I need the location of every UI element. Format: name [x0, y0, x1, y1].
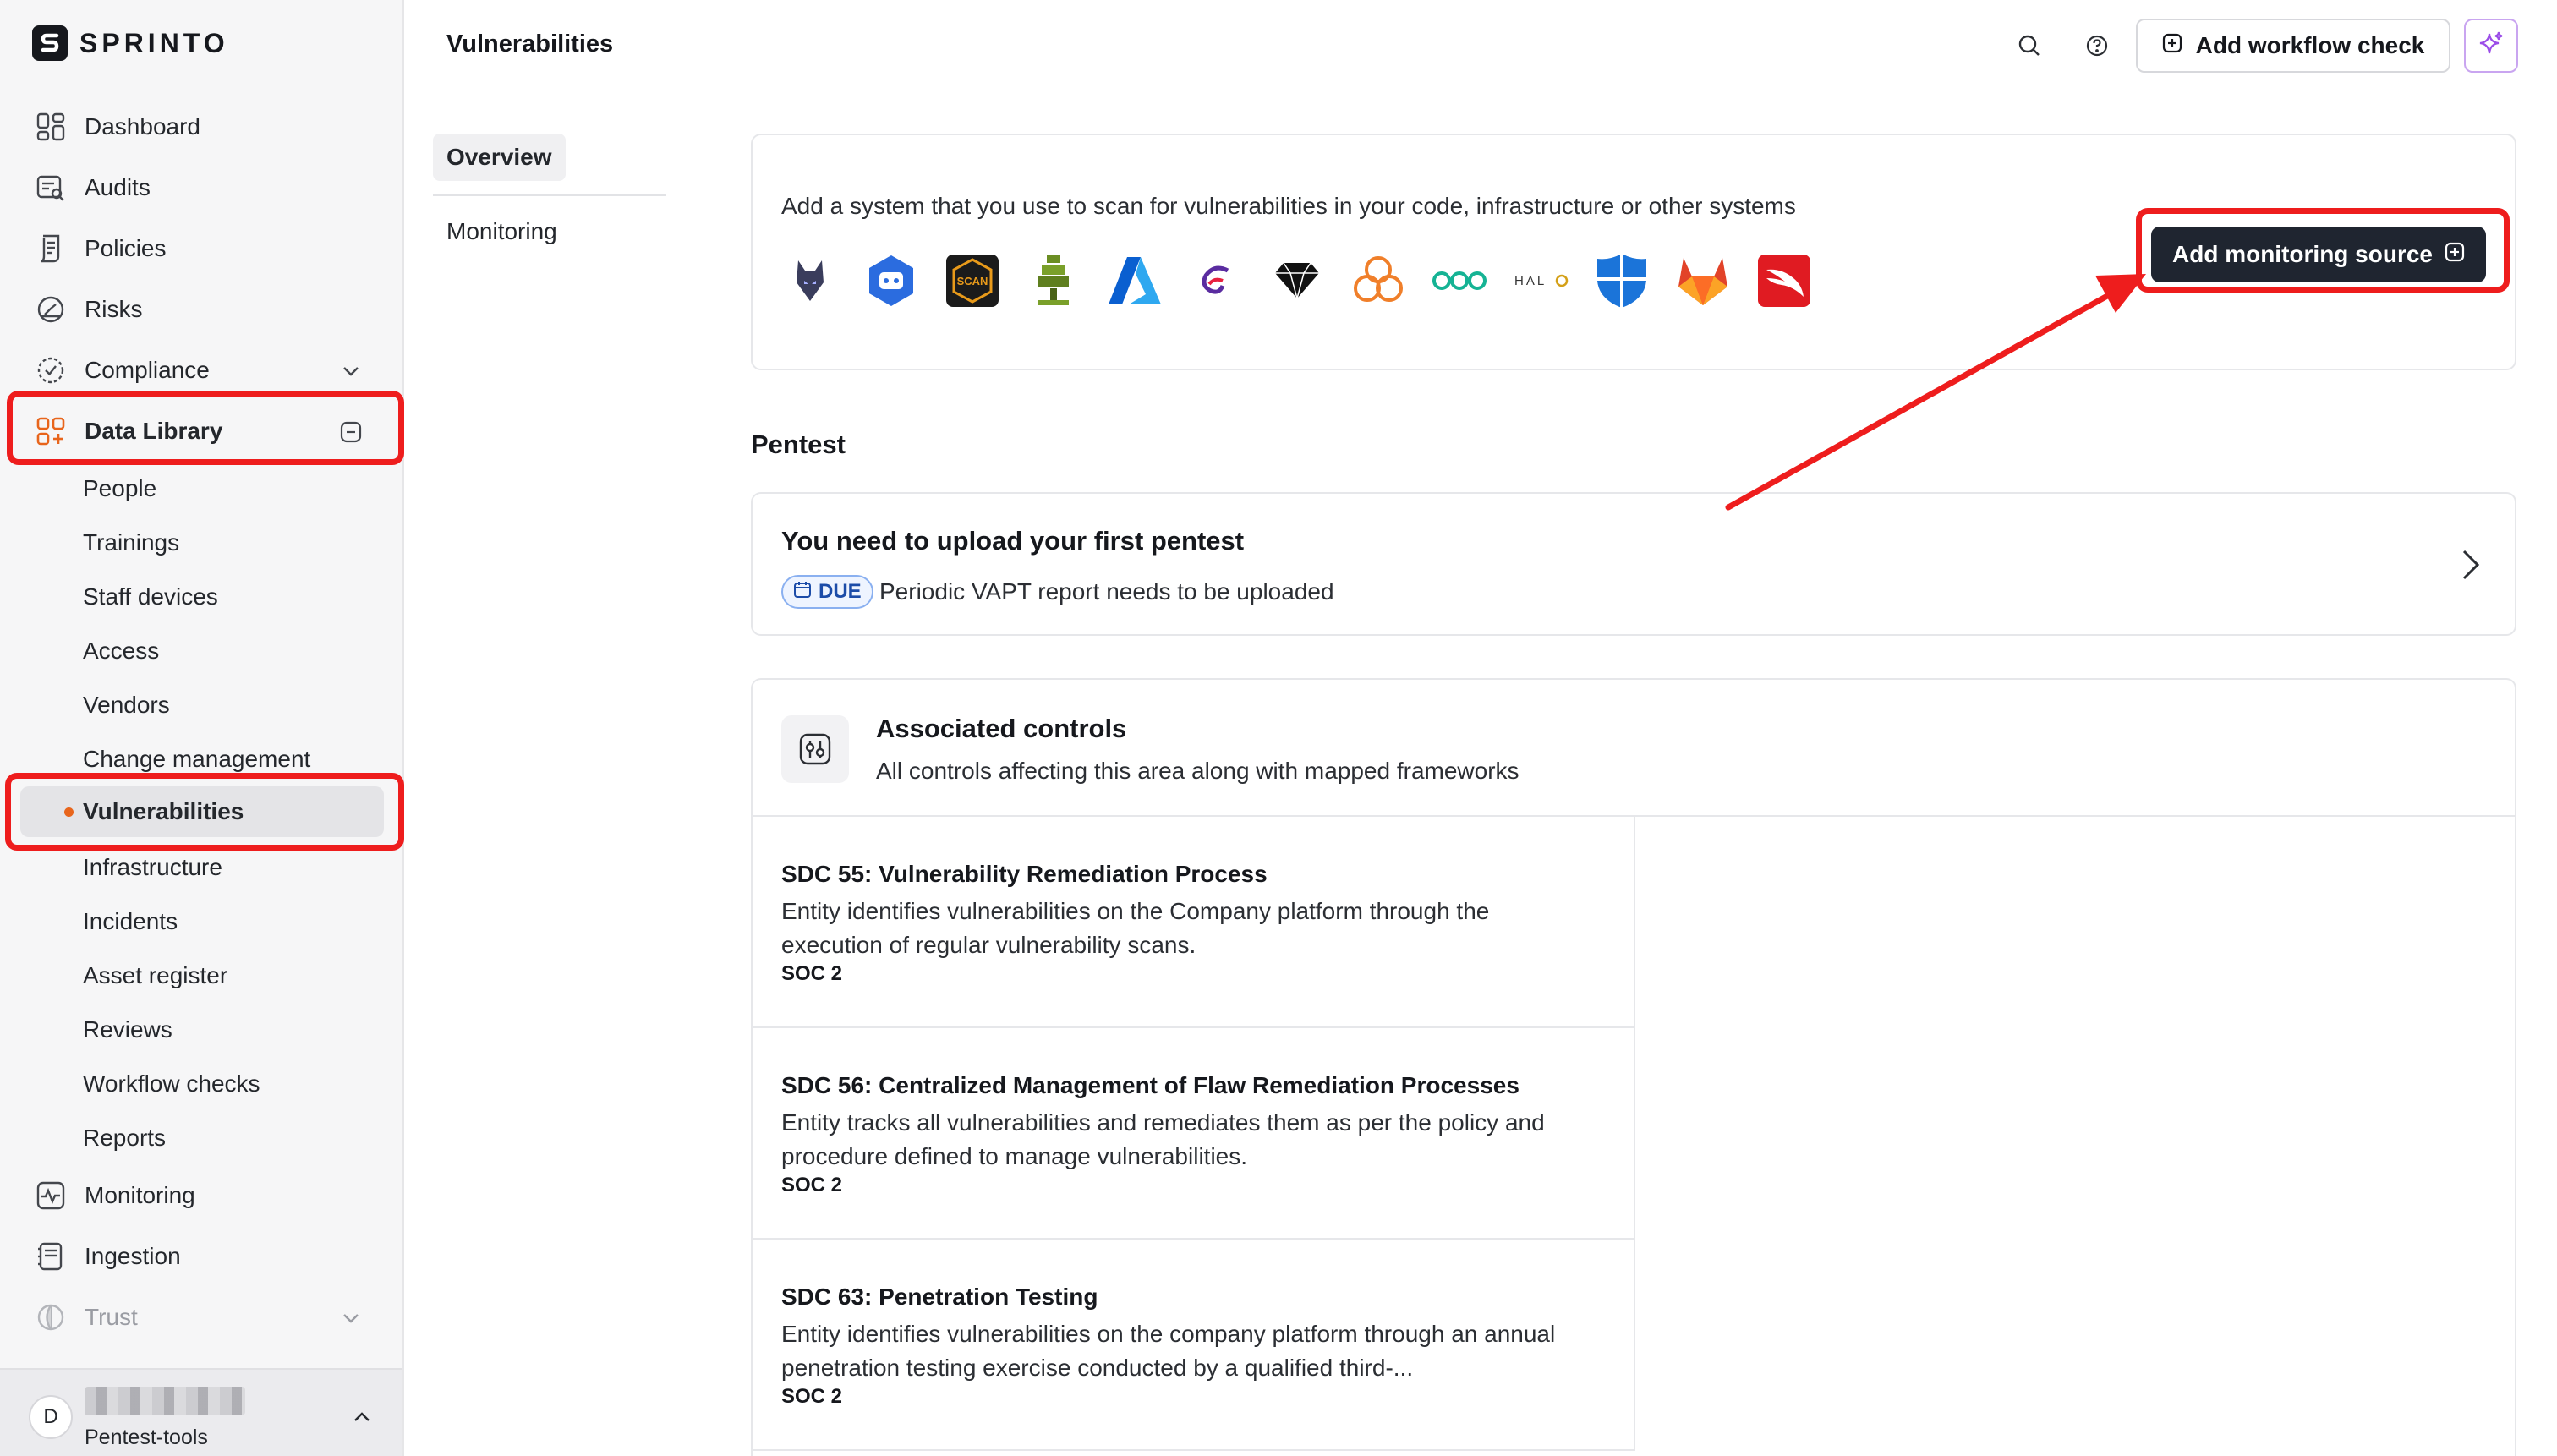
annotation-arrow-icon [1725, 274, 2146, 511]
